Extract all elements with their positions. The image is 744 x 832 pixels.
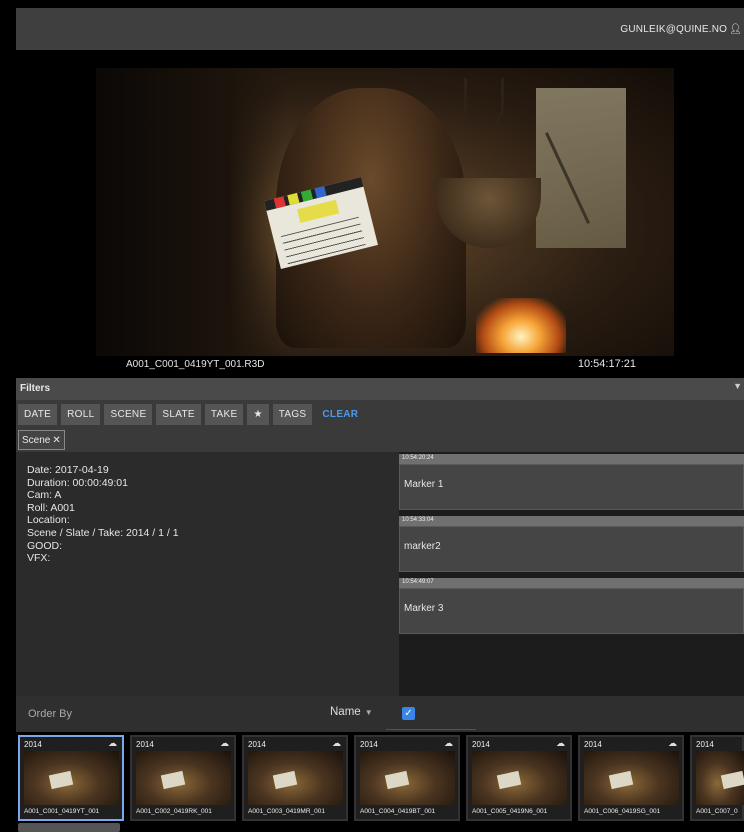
order-by-select[interactable]: Name ▼ [330,706,373,718]
thumb-year: 2014 [472,740,490,749]
thumbnail-card[interactable]: 2014 A001_C007_0 [690,735,744,821]
scene-fire [476,298,566,353]
user-icon: 👤︎ [729,23,742,35]
meta-duration: Duration: 00:00:49:01 [27,476,128,489]
horizontal-scrollbar[interactable] [18,823,120,832]
thumb-name: A001_C001_0419YT_001 [24,808,100,815]
filter-buttons: DATE ROLL SCENE SLATE TAKE ★ TAGS CLEAR [16,400,744,428]
marker-time: 10:54:20:24 [399,454,744,464]
clip-thumbnails: 2014 ☁︎ A001_C001_0419YT_001 2014 ☁︎ A00… [16,732,744,832]
user-menu[interactable]: GUNLEIK@QUINE.NO 👤︎ [620,24,742,35]
thumb-year: 2014 [136,740,154,749]
marker-item[interactable]: 10:54:49:07 Marker 3 [399,578,744,636]
filter-take-button[interactable]: TAKE [204,403,244,425]
order-checkbox[interactable]: ✓ [402,707,415,720]
meta-roll: Roll: A001 [27,501,75,514]
top-bar: GUNLEIK@QUINE.NO 👤︎ [16,8,744,50]
filters-title: Filters [20,383,51,394]
thumb-name: A001_C002_0419RK_001 [136,808,212,815]
cloud-icon: ☁︎ [668,738,677,748]
filters-header[interactable]: Filters ▼ [16,378,744,400]
thumb-image [360,751,455,805]
filter-slate-button[interactable]: SLATE [156,403,201,425]
active-filters: Scene ✕ [16,428,744,452]
thumb-image [248,751,343,805]
marker-item[interactable]: 10:54:33:04 marker2 [399,516,744,574]
chip-label: Scene [22,434,51,446]
order-by-value: Name [330,706,361,718]
clip-filename: A001_C001_0419YT_001.R3D [126,359,265,370]
video-player[interactable]: A001_C001_0419YT_001.R3D 10:54:17:21 [96,68,674,374]
filter-date-button[interactable]: DATE [18,403,58,425]
thumb-image [584,751,679,805]
scene-window [536,88,626,248]
cloud-icon: ☁︎ [220,738,229,748]
thumb-image [136,751,231,805]
user-email: GUNLEIK@QUINE.NO [620,23,728,35]
marker-time: 10:54:33:04 [399,516,744,526]
thumbnail-card[interactable]: 2014 ☁︎ A001_C004_0419BT_001 [354,735,460,821]
order-by-bar: Order By Name ▼ ✓ [16,696,744,732]
marker-label[interactable]: Marker 3 [399,588,744,634]
marker-label[interactable]: marker2 [399,526,744,572]
marker-time: 10:54:49:07 [399,578,744,588]
chevron-down-icon: ▼ [364,707,373,717]
cloud-icon: ☁︎ [444,738,453,748]
meta-location: Location: [27,514,70,527]
filter-scene-button[interactable]: SCENE [104,403,153,425]
marker-label[interactable]: Marker 1 [399,464,744,510]
clip-metadata: Date: 2017-04-19 Duration: 00:00:49:01 C… [16,452,399,696]
thumb-year: 2014 [24,740,42,749]
thumb-image [24,751,119,805]
order-by-label: Order By [28,708,73,720]
filter-star-button[interactable]: ★ [247,403,269,425]
thumb-image [696,751,744,805]
thumb-year: 2014 [248,740,266,749]
meta-good: GOOD: [27,539,63,552]
thumb-year: 2014 [584,740,602,749]
filter-roll-button[interactable]: ROLL [61,403,101,425]
marker-item[interactable]: 10:54:20:24 Marker 1 [399,454,744,512]
cloud-icon: ☁︎ [108,738,117,748]
thumb-name: A001_C004_0419BT_001 [360,808,436,815]
close-icon[interactable]: ✕ [52,435,60,446]
thumbnail-card[interactable]: 2014 ☁︎ A001_C001_0419YT_001 [18,735,124,821]
video-caption: A001_C001_0419YT_001.R3D 10:54:17:21 [96,356,674,374]
thumb-name: A001_C005_0419N6_001 [472,808,548,815]
thumbnail-card[interactable]: 2014 ☁︎ A001_C002_0419RK_001 [130,735,236,821]
meta-cam: Cam: A [27,489,62,502]
meta-date: Date: 2017-04-19 [27,464,109,476]
thumbnail-card[interactable]: 2014 ☁︎ A001_C006_0419SG_001 [578,735,684,821]
thumb-name: A001_C007_0 [696,808,738,815]
clear-filters-button[interactable]: CLEAR [316,404,364,425]
video-frame[interactable] [96,68,674,356]
meta-scene-slate-take: Scene / Slate / Take: 2014 / 1 / 1 [27,526,179,539]
markers-list: 10:54:20:24 Marker 1 10:54:33:04 marker2… [399,452,744,696]
thumb-name: A001_C003_0419MR_001 [248,808,325,815]
thumbnail-card[interactable]: 2014 ☁︎ A001_C003_0419MR_001 [242,735,348,821]
meta-vfx: VFX: [27,552,51,565]
thumbnail-card[interactable]: 2014 ☁︎ A001_C005_0419N6_001 [466,735,572,821]
cloud-icon: ☁︎ [332,738,341,748]
timecode: 10:54:17:21 [577,358,636,370]
collapse-arrow-icon[interactable]: ▼ [733,381,742,391]
thumb-name: A001_C006_0419SG_001 [584,808,661,815]
thumb-year: 2014 [696,740,714,749]
filter-tags-button[interactable]: TAGS [272,403,313,425]
thumb-image [472,751,567,805]
filter-chip-scene[interactable]: Scene ✕ [18,430,65,450]
cloud-icon: ☁︎ [556,738,565,748]
thumb-year: 2014 [360,740,378,749]
